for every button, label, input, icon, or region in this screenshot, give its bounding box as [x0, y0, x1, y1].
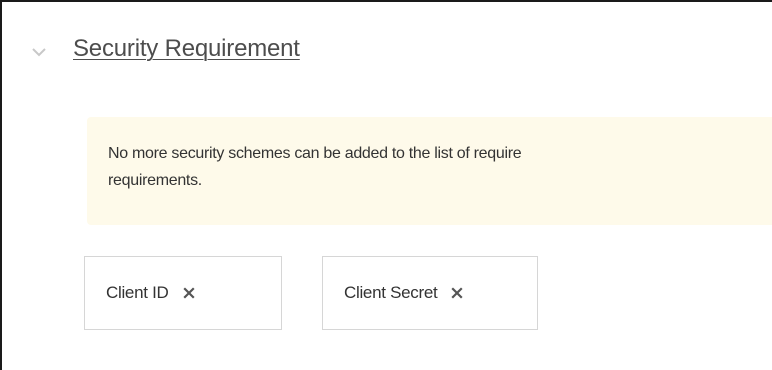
- section-title[interactable]: Security Requirement: [73, 35, 300, 63]
- notice-text-line-2: requirements.: [108, 172, 202, 189]
- section-header[interactable]: Security Requirement: [32, 32, 300, 66]
- security-scheme-chip-client-secret: Client Secret: [322, 256, 538, 330]
- notice-text-line-1: No more security schemes can be added to…: [108, 145, 522, 162]
- chip-label: Client Secret: [344, 283, 438, 302]
- chip-label: Client ID: [106, 283, 169, 302]
- chevron-down-icon[interactable]: [32, 44, 46, 57]
- security-scheme-chip-client-id: Client ID: [84, 256, 282, 330]
- notice-banner: No more security schemes can be added to…: [87, 117, 772, 225]
- close-icon[interactable]: [450, 286, 464, 300]
- close-icon[interactable]: [182, 286, 196, 300]
- security-requirement-panel: Security Requirement No more security sc…: [0, 0, 772, 370]
